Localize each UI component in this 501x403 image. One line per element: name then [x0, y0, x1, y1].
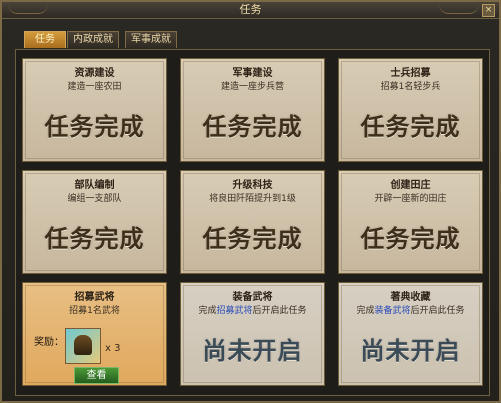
task-status: 任务完成 [44, 113, 145, 141]
task-card-create-estate[interactable]: 创建田庄 开辟一座新的田庄 任务完成 [338, 170, 483, 274]
task-card-equip-general[interactable]: 装备武将 完成招募武将后开启此任务 尚未开启 [180, 282, 325, 386]
task-description: 开辟一座新的田庄 [374, 194, 447, 204]
condition-suffix: 后开启此任务 [410, 306, 465, 316]
task-title: 士兵招募 [390, 68, 431, 79]
task-card-classic-collection[interactable]: 著典收藏 完成装备武将后开启此任务 尚未开启 [338, 282, 483, 386]
task-description: 将良田阡陌提升到1级 [209, 194, 296, 204]
view-button[interactable]: 查看 [74, 367, 119, 384]
task-title: 军事建设 [232, 68, 273, 79]
reward-count: x 3 [105, 343, 121, 354]
tab-domestic-achievements[interactable]: 内政成就 [67, 31, 119, 48]
condition-prefix: 完成 [198, 306, 217, 316]
task-status: 任务完成 [202, 113, 303, 141]
task-card-tech-upgrade[interactable]: 升级科技 将良田阡陌提升到1级 任务完成 [180, 170, 325, 274]
task-status: 尚未开启 [202, 337, 303, 365]
task-title: 升级科技 [232, 180, 273, 191]
task-card-resource-build[interactable]: 资源建设 建造一座农田 任务完成 [22, 58, 167, 162]
task-card-recruit-general[interactable]: 招募武将 招募1名武将 奖励： x 3 查看 [22, 282, 167, 386]
task-status: 任务完成 [44, 225, 145, 253]
task-unlock-condition: 完成装备武将后开启此任务 [339, 303, 482, 316]
condition-link[interactable]: 招募武将 [216, 306, 252, 316]
condition-link[interactable]: 装备武将 [374, 306, 410, 316]
task-title: 著典收藏 [390, 292, 431, 303]
task-title: 资源建设 [74, 68, 115, 79]
general-icon [74, 335, 92, 355]
task-grid: 资源建设 建造一座农田 任务完成 军事建设 建造一座步兵营 任务完成 士兵招募 … [15, 49, 490, 396]
tab-military-achievements[interactable]: 军事成就 [125, 31, 177, 48]
close-button[interactable]: × [482, 4, 495, 17]
condition-suffix: 后开启此任务 [252, 306, 307, 316]
task-status: 任务完成 [360, 113, 461, 141]
task-description: 建造一座步兵营 [220, 82, 284, 92]
reward-item[interactable] [65, 328, 101, 364]
task-title: 创建田庄 [390, 180, 431, 191]
task-title: 招募武将 [74, 292, 115, 303]
reward-label: 奖励： [34, 337, 64, 348]
window-title: 任务 [239, 3, 262, 16]
task-description: 招募1名武将 [69, 306, 120, 316]
title-bar: 任务 × [2, 2, 499, 19]
task-title: 装备武将 [232, 292, 273, 303]
task-description: 建造一座农田 [67, 82, 122, 92]
task-description: 编组一支部队 [67, 194, 122, 204]
task-status: 尚未开启 [360, 337, 461, 365]
condition-prefix: 完成 [356, 306, 375, 316]
task-card-soldier-recruit[interactable]: 士兵招募 招募1名轻步兵 任务完成 [338, 58, 483, 162]
task-card-troop-formation[interactable]: 部队编制 编组一支部队 任务完成 [22, 170, 167, 274]
task-title: 部队编制 [74, 180, 115, 191]
task-unlock-condition: 完成招募武将后开启此任务 [181, 303, 324, 316]
task-status: 任务完成 [202, 225, 303, 253]
task-description: 招募1名轻步兵 [380, 82, 441, 92]
tab-tasks[interactable]: 任务 [24, 31, 66, 48]
task-window: 任务 × 任务 内政成就 军事成就 资源建设 建造一座农田 任务完成 军事建设 … [0, 0, 501, 403]
task-card-military-build[interactable]: 军事建设 建造一座步兵营 任务完成 [180, 58, 325, 162]
task-status: 任务完成 [360, 225, 461, 253]
